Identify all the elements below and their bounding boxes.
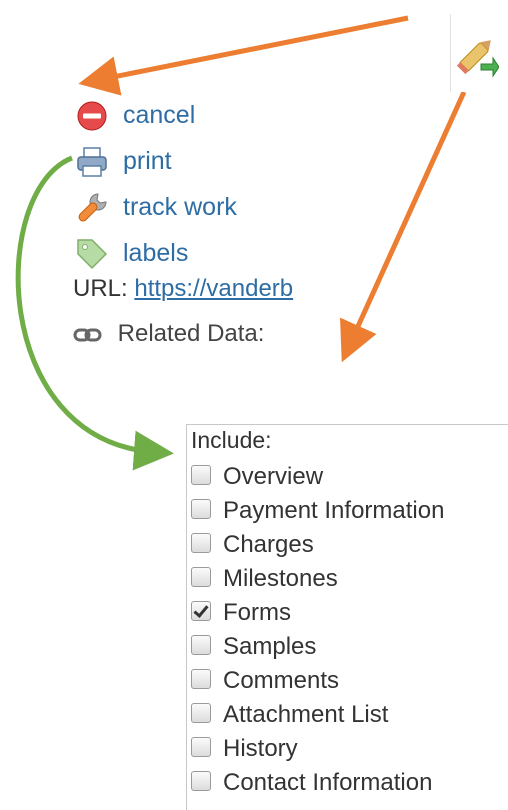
labels-label: labels [123,239,189,267]
option-history: History [191,735,298,769]
option-label: Attachment List [223,701,389,728]
option-label: Forms [223,599,291,626]
comments-checkbox[interactable] [191,669,211,689]
cancel-link[interactable]: cancel [70,92,370,138]
contact-information-checkbox[interactable] [191,771,211,791]
milestones-checkbox[interactable] [191,567,211,587]
option-overview: Overview [191,463,323,497]
cancel-icon [77,101,107,131]
option-samples: Samples [191,633,316,667]
track-work-link[interactable]: track work [70,184,370,230]
charges-checkbox[interactable] [191,533,211,553]
wrench-icon [78,193,107,222]
option-label: Charges [223,531,314,558]
tag-icon [77,239,108,270]
print-link[interactable]: print [70,138,370,184]
option-contact-information: Contact Information [191,769,432,803]
overview-checkbox[interactable] [191,465,211,485]
option-label: History [223,735,298,762]
related-data-label: Related Data: [117,320,265,347]
option-label: Samples [223,633,317,660]
url-row: URL: https://vanderb [73,275,293,303]
option-label: Comments [223,667,340,694]
url-link[interactable]: https://vanderb [134,275,293,302]
option-comments: Comments [191,667,339,701]
option-payment-information: Payment Information [191,497,444,531]
option-label: Milestones [223,565,338,592]
url-label: URL: [73,275,128,302]
link-icon [73,328,102,342]
related-data-row: Related Data: [73,320,264,348]
pencil-icon [456,40,499,78]
labels-link[interactable]: labels [70,230,370,276]
action-menu: cancel print track work labels [70,92,370,276]
option-label: Contact Information [223,769,433,796]
option-attachment-list: Attachment List [191,701,388,735]
option-milestones: Milestones [191,565,338,599]
cancel-label: cancel [123,101,196,129]
option-label: Overview [223,463,324,490]
payment-information-checkbox[interactable] [191,499,211,519]
include-panel: Include: Overview Payment Information Ch… [186,424,508,810]
attachment-list-checkbox[interactable] [191,703,211,723]
print-label: print [123,147,172,175]
option-label: Payment Information [223,497,445,524]
orange-arrow-left [78,15,409,96]
track-work-label: track work [123,193,237,221]
printer-icon [77,147,107,177]
option-forms: Forms [191,599,291,633]
edit-pencil-button[interactable] [450,14,501,92]
history-checkbox[interactable] [191,737,211,757]
include-title: Include: [191,427,272,453]
forms-checkbox[interactable] [191,601,211,621]
samples-checkbox[interactable] [191,635,211,655]
option-charges: Charges [191,531,314,565]
